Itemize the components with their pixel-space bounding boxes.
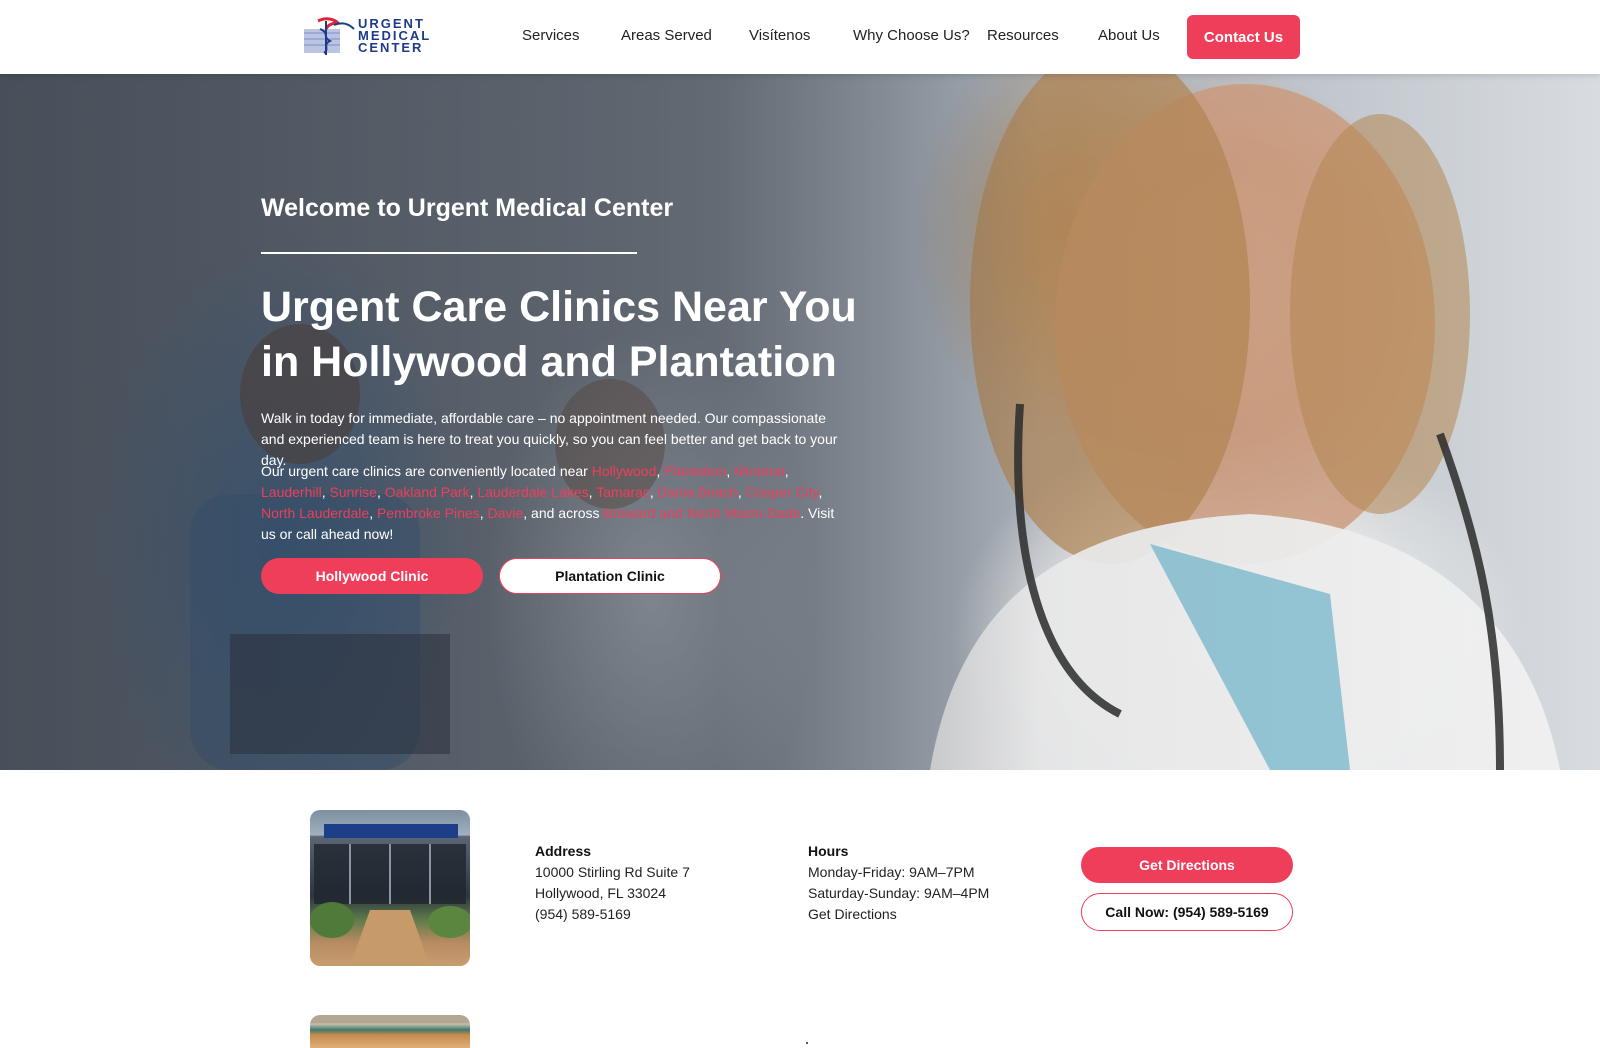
locations-across: , and across <box>523 505 604 521</box>
nav-resources[interactable]: Resources <box>987 27 1059 44</box>
location-link-davie[interactable]: Davie <box>487 505 523 521</box>
hours-weekday: Monday-Friday: 9AM–7PM <box>808 864 975 880</box>
location-link-lauderdale-lakes[interactable]: Lauderdale Lakes <box>477 484 588 500</box>
location-link-hollywood[interactable]: Hollywood <box>592 463 657 479</box>
location-link-cooper-city[interactable]: Cooper City <box>746 484 819 500</box>
address-line-1: 10000 Stirling Rd Suite 7 <box>535 864 690 880</box>
contact-us-button[interactable]: Contact Us <box>1187 15 1300 59</box>
nav-services[interactable]: Services <box>522 27 580 44</box>
main-nav: Services Areas Served Visítenos Why Choo… <box>0 24 1600 50</box>
nav-visitenos[interactable]: Visítenos <box>749 27 810 44</box>
location-link-north-lauderdale[interactable]: North Lauderdale <box>261 505 369 521</box>
plantation-clinic-button[interactable]: Plantation Clinic <box>499 558 721 594</box>
site-header: URGENT MEDICAL CENTER Services Areas Ser… <box>0 0 1600 74</box>
nav-about-us[interactable]: About Us <box>1098 27 1160 44</box>
hollywood-clinic-photo <box>310 810 470 966</box>
nav-areas-served[interactable]: Areas Served <box>621 27 712 44</box>
nav-why-choose-us[interactable]: Why Choose Us? <box>853 27 970 44</box>
location-link-sunrise[interactable]: Sunrise <box>330 484 377 500</box>
hero-divider <box>261 252 637 254</box>
hollywood-clinic-button[interactable]: Hollywood Clinic <box>261 558 483 594</box>
hours-get-directions[interactable]: Get Directions <box>808 906 897 922</box>
clinic-phone[interactable]: (954) 589-5169 <box>535 906 631 922</box>
address-label: Address <box>535 843 592 859</box>
hours-weekend: Saturday-Sunday: 9AM–4PM <box>808 885 990 901</box>
location-link-tamarac[interactable]: Tamarac <box>596 484 650 500</box>
hero-section: Welcome to Urgent Medical Center Urgent … <box>0 74 1600 770</box>
hero-locations: Our urgent care clinics are conveniently… <box>261 463 835 542</box>
location-link-lauderhill[interactable]: Lauderhill <box>261 484 322 500</box>
hero-headline: Urgent Care Clinics Near You in Hollywoo… <box>261 283 857 386</box>
next-card-marker <box>806 1042 808 1044</box>
locations-prefix: Our urgent care clinics are conveniently… <box>261 463 592 479</box>
address-line-2: Hollywood, FL 33024 <box>535 885 667 901</box>
location-link-miramar[interactable]: Miramar <box>734 463 785 479</box>
hours-label: Hours <box>808 843 849 859</box>
location-link-region[interactable]: Broward and North Miami-Dade <box>603 505 800 521</box>
storefront-illustration <box>310 844 470 966</box>
location-link-plantation[interactable]: Plantation <box>664 463 726 479</box>
location-link-dania-beach[interactable]: Dania Beach <box>658 484 738 500</box>
location-link-oakland-park[interactable]: Oakland Park <box>385 484 470 500</box>
location-link-pembroke-pines[interactable]: Pembroke Pines <box>377 505 480 521</box>
plantation-clinic-photo <box>310 1015 470 1048</box>
call-now-button[interactable]: Call Now: (954) 589-5169 <box>1081 893 1293 931</box>
get-directions-button[interactable]: Get Directions <box>1081 847 1293 883</box>
hero-welcome: Welcome to Urgent Medical Center <box>261 194 674 222</box>
